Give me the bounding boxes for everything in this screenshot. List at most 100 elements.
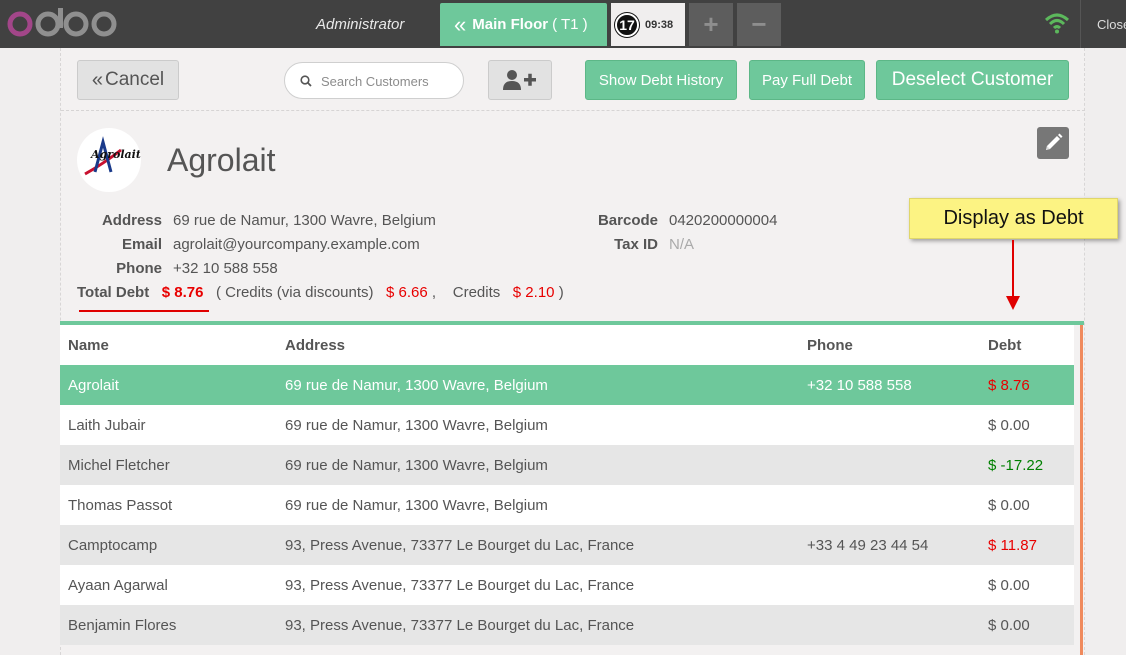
- cell-name: Ayaan Agarwal: [60, 565, 277, 605]
- floor-tab-table: ( T1 ): [552, 16, 588, 33]
- barcode-label: Barcode: [597, 212, 658, 229]
- table-header-row: Name Address Phone Debt: [60, 325, 1074, 365]
- cell-address: 93, Press Avenue, 73377 Le Bourget du La…: [277, 605, 799, 645]
- wifi-icon: [1044, 12, 1070, 34]
- order-number-badge: 17: [615, 12, 639, 37]
- top-bar: Administrator « Main Floor ( T1 ) 17 09:…: [0, 0, 1126, 48]
- client-toolbar: « Cancel Show Debt History Pay Full Debt…: [61, 48, 1085, 111]
- scrollbar[interactable]: [1080, 325, 1083, 655]
- floor-tab-label: Main Floor: [472, 16, 549, 33]
- customer-barcode: 0420200000004: [669, 212, 778, 229]
- table-row[interactable]: Camptocamp 93, Press Avenue, 73377 Le Bo…: [60, 525, 1074, 565]
- floor-tab[interactable]: « Main Floor ( T1 ): [440, 3, 607, 46]
- customer-table: Name Address Phone Debt Agrolait 69 rue …: [60, 325, 1074, 645]
- customer-name: Agrolait: [167, 142, 276, 178]
- customer-address: 69 rue de Namur, 1300 Wavre, Belgium: [173, 212, 436, 229]
- table-row[interactable]: Benjamin Flores 93, Press Avenue, 73377 …: [60, 605, 1074, 645]
- cell-phone: +32 10 588 558: [799, 365, 980, 405]
- search-icon: [300, 75, 312, 87]
- email-label: Email: [121, 236, 162, 253]
- credits-discount-value: $ 6.66: [386, 284, 428, 301]
- cell-address: 69 rue de Namur, 1300 Wavre, Belgium: [277, 365, 799, 405]
- cell-debt: $ 0.00: [980, 405, 1074, 445]
- customer-phone: +32 10 588 558: [173, 260, 278, 277]
- col-header-address[interactable]: Address: [277, 325, 799, 365]
- col-header-name[interactable]: Name: [60, 325, 277, 365]
- cell-phone: [799, 485, 980, 525]
- credits-value: $ 2.10: [512, 284, 555, 301]
- delete-order-button[interactable]: −: [737, 3, 781, 46]
- table-row[interactable]: Thomas Passot 69 rue de Namur, 1300 Wavr…: [60, 485, 1074, 525]
- cell-debt: $ 11.87: [980, 525, 1074, 565]
- cell-phone: [799, 565, 980, 605]
- show-debt-history-button[interactable]: Show Debt History: [585, 60, 737, 100]
- cancel-button[interactable]: « Cancel: [77, 60, 179, 100]
- customer-list: Name Address Phone Debt Agrolait 69 rue …: [60, 321, 1084, 655]
- table-row[interactable]: Ayaan Agarwal 93, Press Avenue, 73377 Le…: [60, 565, 1074, 605]
- credits-discount-label: ( Credits (via discounts): [215, 284, 374, 301]
- credits-label: Credits: [452, 284, 501, 301]
- cell-debt: $ 0.00: [980, 485, 1074, 525]
- cell-name: Thomas Passot: [60, 485, 277, 525]
- total-debt-underline: [79, 310, 209, 312]
- order-tab[interactable]: 17 09:38: [611, 3, 685, 46]
- annotation-callout: Display as Debt: [909, 198, 1118, 239]
- col-header-debt[interactable]: Debt: [980, 325, 1074, 365]
- customer-email: agrolait@yourcompany.example.com: [173, 236, 420, 253]
- cell-address: 69 rue de Namur, 1300 Wavre, Belgium: [277, 405, 799, 445]
- table-row[interactable]: Laith Jubair 69 rue de Namur, 1300 Wavre…: [60, 405, 1074, 445]
- table-row[interactable]: Michel Fletcher 69 rue de Namur, 1300 Wa…: [60, 445, 1074, 485]
- total-debt-label: Total Debt: [77, 284, 150, 301]
- double-chevron-left-icon: «: [454, 11, 467, 37]
- logged-in-user[interactable]: Administrator: [316, 16, 404, 33]
- cell-address: 93, Press Avenue, 73377 Le Bourget du La…: [277, 525, 799, 565]
- add-customer-button[interactable]: [488, 60, 552, 100]
- edit-customer-button[interactable]: [1037, 127, 1069, 159]
- pay-full-debt-button[interactable]: Pay Full Debt: [749, 60, 865, 100]
- taxid-label: Tax ID: [614, 236, 658, 253]
- address-label: Address: [101, 212, 162, 229]
- agrolait-logo-text: Agrolait: [90, 148, 141, 161]
- phone-label: Phone: [116, 260, 162, 277]
- cancel-label: Cancel: [104, 69, 165, 90]
- cell-phone: [799, 405, 980, 445]
- credits-close-paren: ): [558, 284, 564, 301]
- cell-phone: +33 4 49 23 44 54: [799, 525, 980, 565]
- customer-taxid: N/A: [669, 236, 695, 253]
- pencil-icon: [1046, 133, 1063, 150]
- cell-name: Camptocamp: [60, 525, 277, 565]
- cell-debt: $ 8.76: [980, 365, 1074, 405]
- cell-address: 93, Press Avenue, 73377 Le Bourget du La…: [277, 565, 799, 605]
- add-user-icon: [503, 70, 536, 90]
- odoo-logo: [6, 6, 118, 38]
- cell-address: 69 rue de Namur, 1300 Wavre, Belgium: [277, 485, 799, 525]
- cell-debt: $ -17.22: [980, 445, 1074, 485]
- cell-address: 69 rue de Namur, 1300 Wavre, Belgium: [277, 445, 799, 485]
- total-debt-value: $ 8.76: [161, 284, 204, 301]
- customer-avatar: Agrolait: [77, 128, 141, 192]
- cell-debt: $ 0.00: [980, 565, 1074, 605]
- double-chevron-left-icon: «: [91, 68, 103, 91]
- credits-separator: ,: [431, 284, 437, 301]
- table-row-selected[interactable]: Agrolait 69 rue de Namur, 1300 Wavre, Be…: [60, 365, 1074, 405]
- customer-search: [284, 62, 464, 99]
- odoo-logo-icon: [7, 8, 117, 37]
- annotation-arrow-head: [1006, 296, 1020, 310]
- new-order-button[interactable]: +: [689, 3, 733, 46]
- search-customers-input[interactable]: [321, 71, 457, 91]
- cell-name: Michel Fletcher: [60, 445, 277, 485]
- debt-summary: Total Debt $ 8.76 ( Credits (via discoun…: [77, 284, 564, 301]
- agrolait-logo: Agrolait: [84, 136, 141, 176]
- cell-debt: $ 0.00: [980, 605, 1074, 645]
- cell-name: Benjamin Flores: [60, 605, 277, 645]
- order-time: 09:38: [645, 18, 674, 31]
- col-header-phone[interactable]: Phone: [799, 325, 980, 365]
- close-button[interactable]: Close: [1097, 17, 1126, 32]
- cell-name: Agrolait: [60, 365, 277, 405]
- deselect-customer-button[interactable]: Deselect Customer: [876, 60, 1069, 100]
- annotation-arrow: [1012, 240, 1014, 300]
- topbar-divider: [1080, 0, 1081, 48]
- cell-phone: [799, 605, 980, 645]
- cell-phone: [799, 445, 980, 485]
- cell-name: Laith Jubair: [60, 405, 277, 445]
